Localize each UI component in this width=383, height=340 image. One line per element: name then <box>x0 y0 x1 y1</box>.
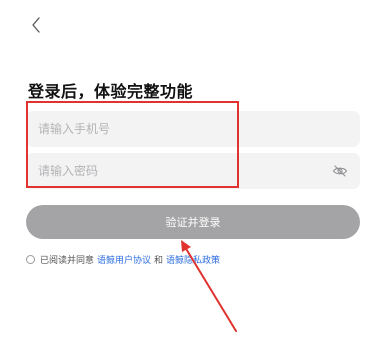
privacy-policy-link[interactable]: 语鲸隐私政策 <box>166 253 220 266</box>
password-field[interactable] <box>26 153 360 189</box>
back-button[interactable] <box>26 14 46 36</box>
agreement-conjunction: 和 <box>154 255 164 266</box>
phone-field[interactable] <box>26 111 360 147</box>
agreement-prefix: 已阅读并同意 <box>40 255 95 266</box>
agreement-row: 已阅读并同意 语鲸用户协议 和 语鲸隐私政策 <box>26 252 220 266</box>
password-input[interactable] <box>38 153 348 189</box>
verify-login-button[interactable]: 验证并登录 <box>26 205 360 239</box>
page-title: 登录后，体验完整功能 <box>28 82 194 101</box>
eye-slash-icon[interactable] <box>332 163 348 179</box>
agreement-radio[interactable] <box>26 254 35 264</box>
chevron-left-icon <box>32 17 40 33</box>
phone-input[interactable] <box>38 111 348 147</box>
user-agreement-link[interactable]: 语鲸用户协议 <box>97 253 151 266</box>
